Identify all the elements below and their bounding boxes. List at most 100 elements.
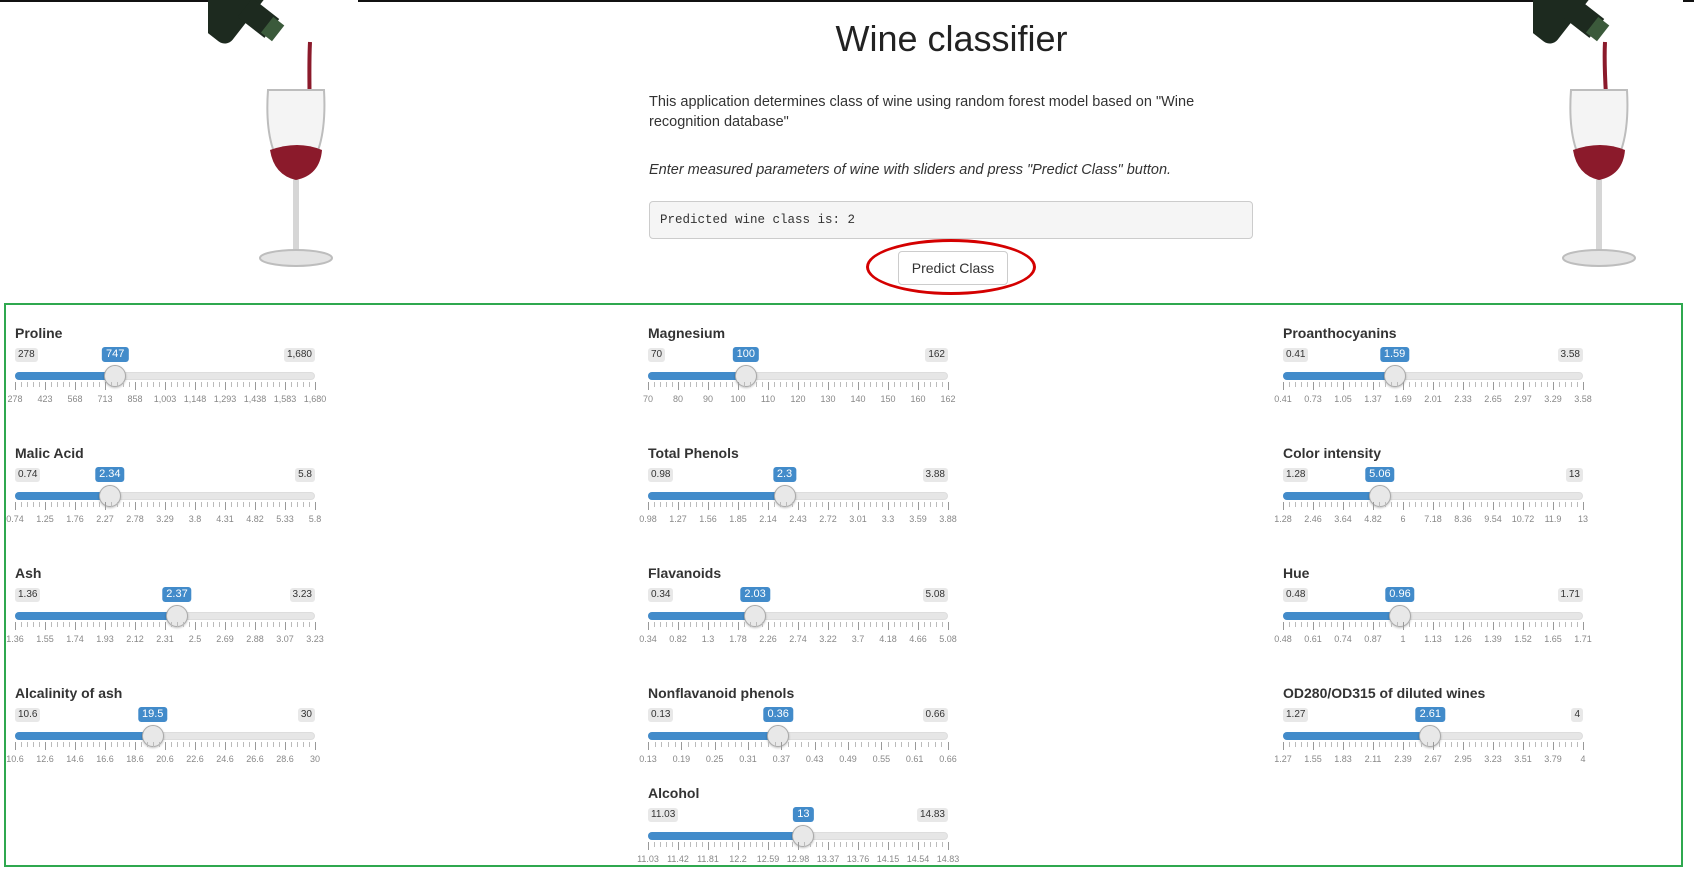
slider-tick bbox=[666, 502, 667, 507]
slider-tick bbox=[249, 502, 250, 507]
slider-tick bbox=[45, 502, 46, 510]
slider-tick bbox=[1547, 382, 1548, 387]
slider-tick-label: 130 bbox=[820, 394, 836, 404]
slider-tick bbox=[1433, 502, 1434, 510]
slider-alcohol[interactable]: Alcohol 11.03 14.83 13 11.03 11.42 11.81 12.2 12… bbox=[637, 785, 959, 895]
slider-tick bbox=[1427, 502, 1428, 507]
slider-tick bbox=[1541, 382, 1542, 387]
slider-tick bbox=[786, 382, 787, 387]
slider-tick bbox=[213, 742, 214, 747]
slider-tick bbox=[900, 502, 901, 507]
slider-tick-label: 11.81 bbox=[697, 854, 719, 864]
slider-tick-label: 4.31 bbox=[216, 514, 234, 524]
slider-tick bbox=[690, 622, 691, 627]
slider-tick bbox=[1469, 622, 1470, 627]
slider-tick bbox=[876, 842, 877, 847]
slider-tick bbox=[231, 502, 232, 507]
slider-tick bbox=[828, 742, 829, 747]
slider-tick bbox=[51, 382, 52, 387]
slider-magnesium[interactable]: Magnesium 70 162 100 70 80 90 100 110 120 130 140 15… bbox=[643, 325, 956, 435]
slider-malic[interactable]: Malic Acid 0.74 5.8 2.34 0.74 1.25 1.76 2.27 2.7… bbox=[6, 445, 321, 555]
slider-tick-label: 3.51 bbox=[1514, 754, 1532, 764]
slider-tick bbox=[1307, 622, 1308, 627]
slider-tick bbox=[165, 622, 166, 630]
slider-tick bbox=[882, 622, 883, 627]
slider-tick bbox=[882, 842, 883, 847]
slider-tick bbox=[846, 622, 847, 627]
slider-tick bbox=[1487, 382, 1488, 387]
slider-tick bbox=[231, 742, 232, 747]
slider-tick bbox=[1577, 742, 1578, 747]
slider-tick bbox=[690, 382, 691, 387]
slider-tick bbox=[1493, 502, 1494, 510]
slider-tick-label: 3.07 bbox=[276, 634, 294, 644]
slider-tick bbox=[834, 742, 836, 747]
slider-fill bbox=[648, 732, 779, 740]
slider-tick bbox=[93, 382, 94, 387]
slider-tick-label: 2.65 bbox=[1484, 394, 1502, 404]
slider-tick-label: 1.56 bbox=[699, 514, 717, 524]
slider-flavanoids[interactable]: Flavanoids 0.34 5.08 2.03 0.34 0.82 1.3 1.78 2.2… bbox=[639, 565, 957, 675]
slider-tick bbox=[1427, 742, 1428, 747]
slider-tick-label: 0.43 bbox=[805, 754, 824, 764]
slider-tick bbox=[906, 502, 907, 507]
slider-tick bbox=[1439, 382, 1440, 387]
slider-max-label: 4 bbox=[1571, 708, 1583, 722]
slider-tick bbox=[741, 742, 743, 747]
slider-tick bbox=[822, 622, 823, 627]
slider-tick bbox=[666, 382, 667, 387]
slider-tick bbox=[159, 622, 160, 627]
slider-tick bbox=[828, 502, 829, 510]
slider-proline[interactable]: Proline 278 1,680 747 278 423 568 713 858 1,003 1,… bbox=[7, 325, 326, 435]
slider-tick bbox=[1529, 622, 1530, 627]
slider-tick bbox=[1427, 382, 1428, 387]
slider-tick bbox=[1583, 382, 1584, 390]
slider-tick bbox=[1319, 382, 1320, 387]
slider-hue[interactable]: Hue 0.48 1.71 0.96 0.48 0.61 0.74 0.87 1 1.13 1.26… bbox=[1274, 565, 1592, 675]
slider-tick-label: 1,680 bbox=[303, 394, 327, 404]
slider-tick bbox=[1403, 742, 1404, 750]
slider-tick bbox=[732, 622, 733, 627]
slider-ash[interactable]: Ash 1.36 3.23 2.37 1.36 1.55 1.74 1.93 2.12 2.31 2… bbox=[6, 565, 324, 675]
slider-tick bbox=[111, 742, 112, 747]
slider-tick bbox=[171, 382, 172, 387]
slider-tick bbox=[1355, 382, 1356, 387]
slider-tick bbox=[291, 502, 292, 507]
slider-tick bbox=[87, 502, 88, 507]
slider-max-label: 162 bbox=[925, 348, 948, 362]
slider-phenols[interactable]: Total Phenols 0.98 3.88 2.3 0.98 1.27 1.56 1.85… bbox=[639, 445, 957, 555]
slider-tick bbox=[1289, 622, 1290, 627]
slider-tick-label: 1.13 bbox=[1424, 634, 1442, 644]
slider-tick bbox=[1307, 502, 1308, 507]
slider-tick bbox=[870, 502, 871, 507]
slider-tick-label: 3.88 bbox=[939, 514, 957, 524]
predict-class-button[interactable]: Predict Class bbox=[898, 251, 1008, 285]
slider-tick bbox=[774, 382, 775, 387]
slider-color[interactable]: Color intensity 1.28 13 5.06 1.28 2.46 3.64 4.8… bbox=[1274, 445, 1588, 555]
slider-tick bbox=[1535, 502, 1536, 507]
slider-tick bbox=[111, 622, 112, 627]
slider-tick bbox=[1283, 502, 1284, 510]
slider-tick bbox=[207, 742, 208, 747]
slider-tick bbox=[105, 742, 106, 750]
slider-tick bbox=[57, 382, 58, 387]
slider-fill bbox=[648, 832, 804, 840]
slider-nonflav[interactable]: Nonflavanoid phenols 0.13 0.66 0.36 0.13 0.19… bbox=[639, 685, 957, 795]
slider-alcalinity[interactable]: Alcalinity of ash 10.6 30 19.5 10.6 12.6 14.6 1… bbox=[6, 685, 320, 795]
slider-od280[interactable]: OD280/OD315 of diluted wines 1.27 4 2.61 1.2… bbox=[1274, 685, 1585, 795]
slider-tick bbox=[309, 502, 310, 507]
slider-tick bbox=[814, 742, 816, 750]
slider-tick bbox=[1325, 742, 1326, 747]
slider-tick bbox=[678, 622, 679, 630]
slider-proanth[interactable]: Proanthocyanins 0.41 3.58 1.59 0.41 0.73 1.05 1… bbox=[1274, 325, 1592, 435]
slider-tick bbox=[303, 622, 304, 627]
slider-tick bbox=[315, 382, 316, 390]
slider-tick bbox=[261, 742, 262, 747]
slider-tick bbox=[936, 622, 937, 627]
slider-tick bbox=[1445, 382, 1446, 387]
slider-tick-label: 11.9 bbox=[1544, 514, 1562, 524]
slider-tick-label: 1.37 bbox=[1364, 394, 1382, 404]
slider-tick bbox=[674, 742, 676, 747]
slider-tick bbox=[888, 842, 889, 850]
slider-tick bbox=[810, 502, 811, 507]
